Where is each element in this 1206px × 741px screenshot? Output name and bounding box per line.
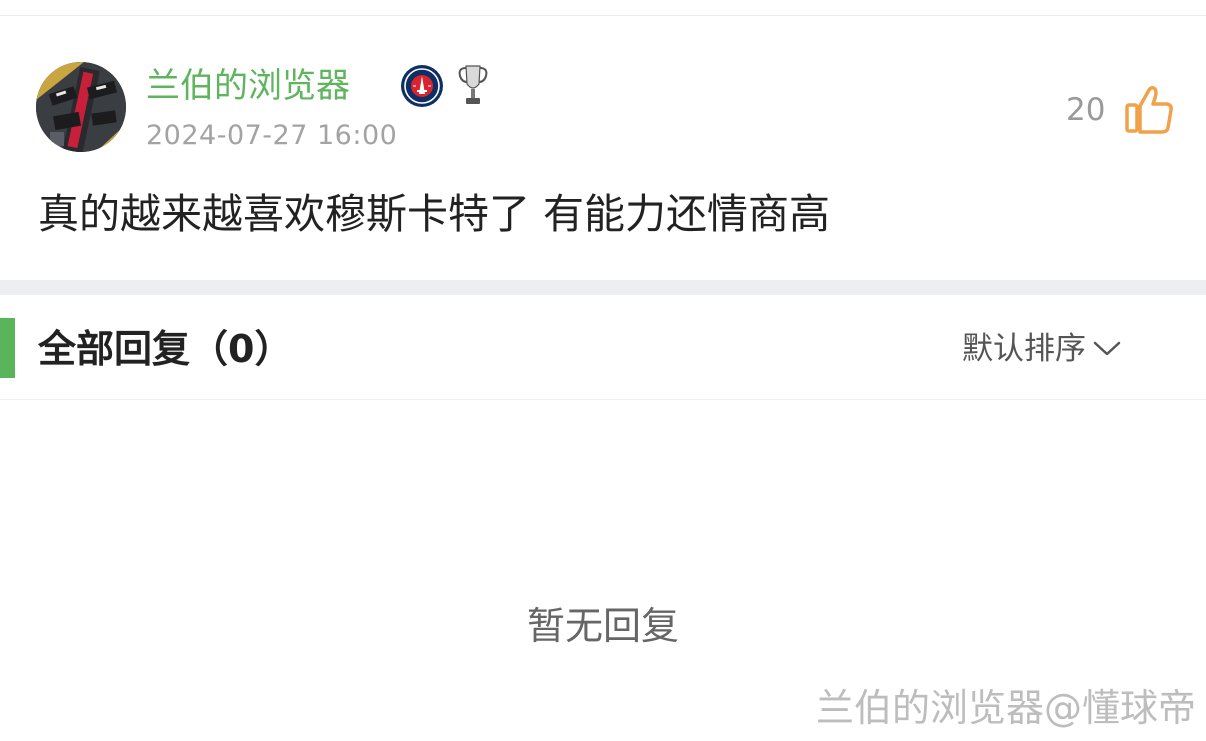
- psg-badge-icon: [401, 65, 443, 107]
- replies-title: 全部回复（0）: [38, 327, 293, 371]
- champions-league-trophy-icon: [458, 65, 488, 104]
- like-count: 20: [1066, 92, 1106, 128]
- author-name[interactable]: 兰伯的浏览器: [146, 62, 350, 110]
- thumbs-up-icon[interactable]: [1124, 84, 1174, 136]
- sort-dropdown[interactable]: 默认排序: [962, 327, 1122, 371]
- watermark: 兰伯的浏览器@懂球帝: [815, 686, 1196, 730]
- post-card: 兰伯的浏览器 2024-07-27 16:00 20 真的越来越喜欢穆斯卡特了 …: [0, 16, 1206, 280]
- header-divider: [0, 399, 1206, 400]
- replies-header: 全部回复（0） 默认排序: [0, 295, 1206, 399]
- empty-replies-text: 暂无回复: [526, 604, 679, 648]
- post-content: 真的越来越喜欢穆斯卡特了 有能力还情商高: [38, 190, 831, 238]
- chevron-down-icon: [1093, 341, 1121, 356]
- sort-label: 默认排序: [962, 331, 1086, 367]
- post-timestamp: 2024-07-27 16:00: [146, 120, 398, 151]
- section-divider: [0, 280, 1206, 295]
- accent-bar: [0, 318, 15, 378]
- avatar[interactable]: [36, 62, 126, 152]
- avatar-image: [36, 62, 126, 152]
